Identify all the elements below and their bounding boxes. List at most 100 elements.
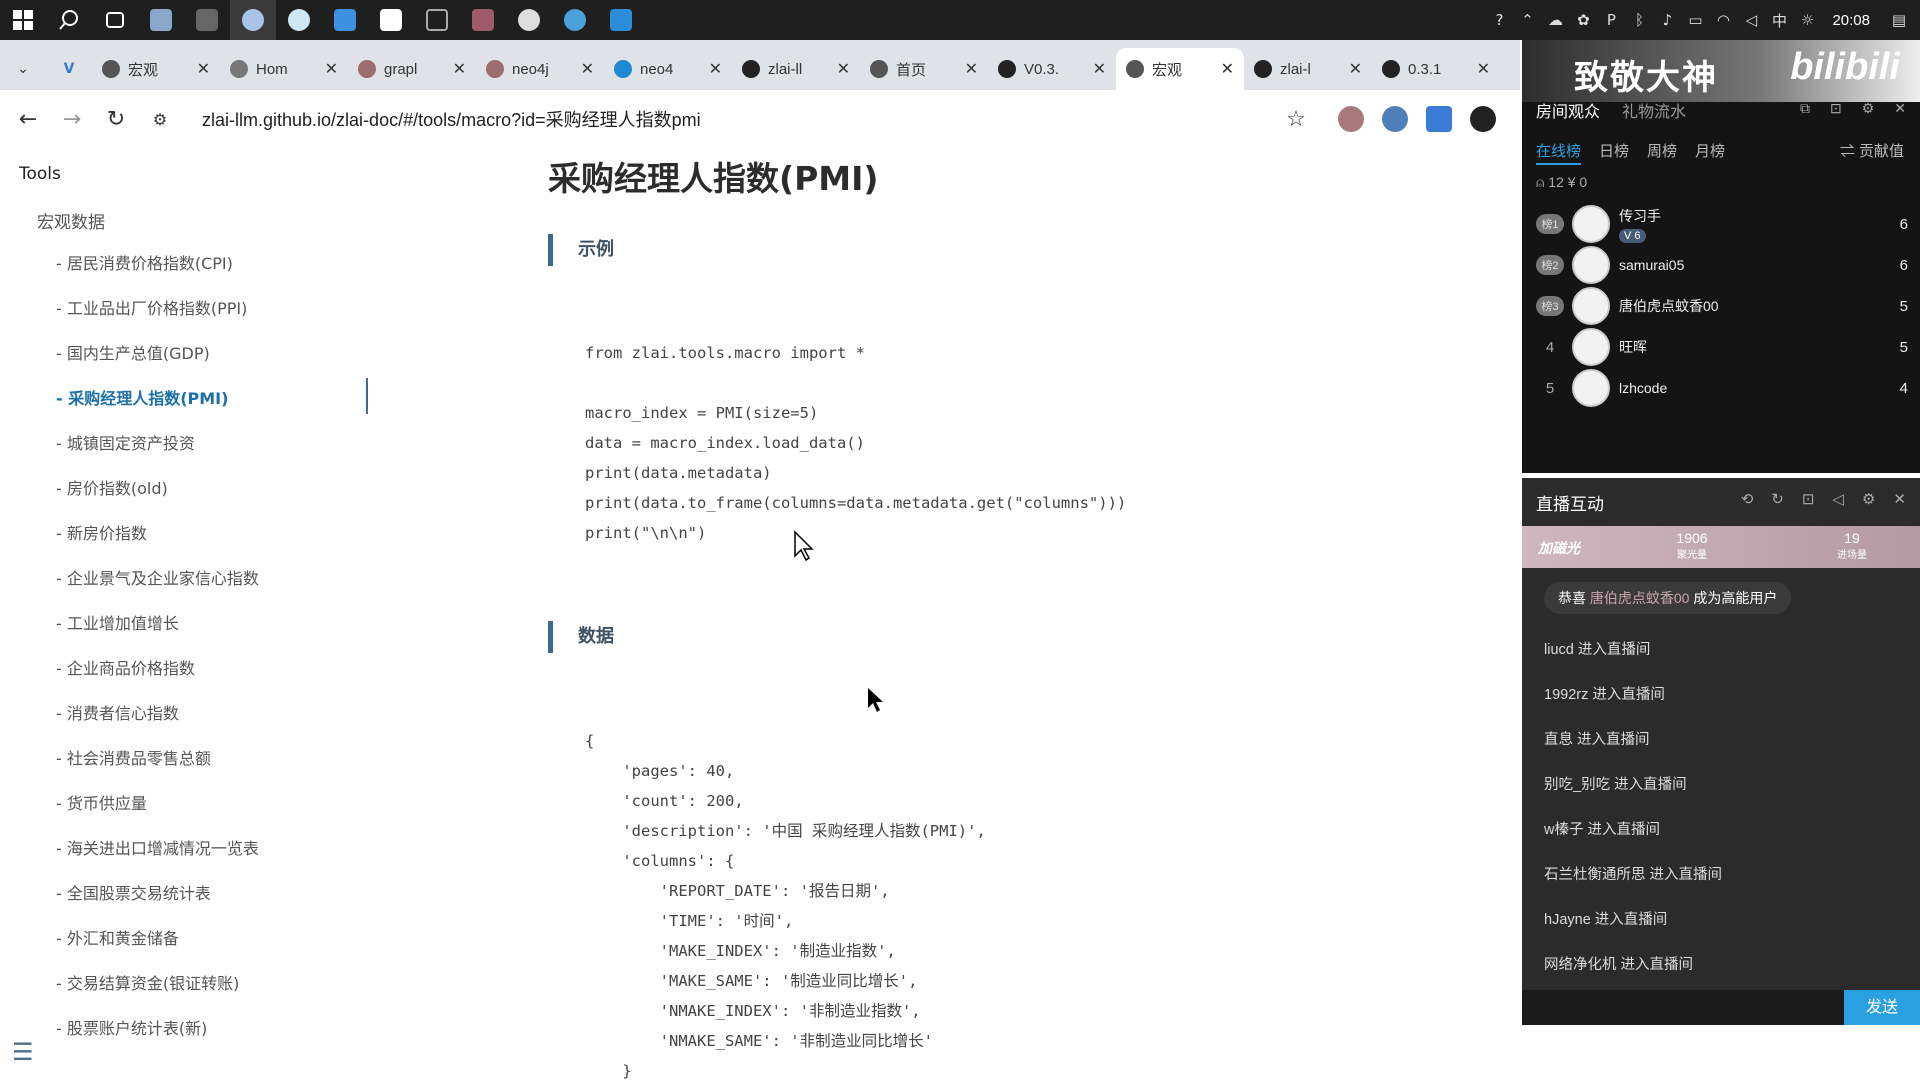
app2-icon[interactable] (460, 0, 506, 40)
ime-indicator[interactable]: 中 (1768, 9, 1790, 31)
tab-close-icon[interactable]: ✕ (709, 59, 722, 79)
cloud-icon[interactable]: ☁ (1544, 9, 1566, 31)
battery-icon[interactable]: ▭ (1684, 9, 1706, 31)
tab-close-icon[interactable]: ✕ (453, 59, 466, 79)
ranking-row[interactable]: 榜3 唐伯虎点蚊香00 5 (1536, 284, 1908, 328)
tab-close-icon[interactable]: ✕ (1221, 59, 1234, 79)
tab-close-icon[interactable]: ✕ (197, 59, 210, 79)
browser-tab[interactable]: 0.3.1 ✕ (1372, 48, 1500, 90)
ranking-subtab[interactable]: 在线榜 (1536, 140, 1582, 165)
ime-icon[interactable]: ☼ (1796, 9, 1818, 31)
menu-toggle-icon[interactable]: ☰ (12, 1038, 34, 1066)
popout-icon[interactable]: ⧉ (1800, 100, 1810, 117)
browser-tab[interactable]: 首页 ✕ (860, 48, 988, 90)
tab-gifts[interactable]: 礼物流水 (1622, 98, 1686, 122)
windows-start-icon[interactable] (0, 0, 46, 40)
tab-close-icon[interactable]: ✕ (581, 59, 594, 79)
help-icon[interactable]: ? (1488, 9, 1510, 31)
clock[interactable]: 20:08 (1832, 12, 1870, 29)
monitor-icon[interactable] (598, 0, 644, 40)
tab-search-chevron-icon[interactable]: ⌄ (0, 48, 46, 90)
bird-icon[interactable] (552, 0, 598, 40)
speaker-icon[interactable]: ◁ (1832, 490, 1844, 508)
ranking-row[interactable]: 榜2 samurai05 6 (1536, 243, 1908, 287)
sidebar-item[interactable]: - 采购经理人指数(PMI) (56, 385, 259, 430)
profile-avatar[interactable] (1470, 106, 1496, 132)
ranking-subtab[interactable]: 周榜 (1647, 140, 1677, 165)
notification-icon[interactable]: ▤ (1888, 9, 1910, 31)
browser-tab[interactable]: neo4 ✕ (604, 48, 732, 90)
ranking-row[interactable]: 4 旺晖 5 (1536, 325, 1908, 369)
close-icon[interactable]: ✕ (1894, 100, 1906, 117)
chevron-up-icon[interactable]: ⌃ (1516, 9, 1538, 31)
v-extension-icon[interactable] (1426, 106, 1452, 132)
lock-icon[interactable]: ⊡ (1830, 100, 1842, 117)
sidebar-item[interactable]: - 全国股票交易统计表 (56, 880, 259, 925)
bookmark-star-icon[interactable]: ☆ (1274, 97, 1318, 141)
sidebar-item[interactable]: - 外汇和黄金储备 (56, 925, 259, 970)
refresh-icon[interactable]: ↻ (1771, 490, 1784, 508)
address-bar[interactable]: zlai-llm.github.io/zlai-doc/#/tools/macr… (202, 106, 1274, 132)
reload-icon[interactable]: ↻ (94, 97, 138, 141)
ranking-row[interactable]: 5 lzhcode 4 (1536, 366, 1908, 410)
extension-icon[interactable] (1338, 106, 1364, 132)
sidebar-item[interactable]: - 交易结算资金(银证转账) (56, 970, 259, 1015)
browser-tab[interactable]: Hom ✕ (220, 48, 348, 90)
tab-audience[interactable]: 房间观众 (1536, 98, 1600, 122)
pinned-tab-icon[interactable]: V (46, 48, 92, 90)
bluetooth-icon[interactable]: ᛒ (1628, 9, 1650, 31)
browser-tab[interactable]: zlai-l ✕ (1244, 48, 1372, 90)
puzzle-extension-icon[interactable] (1382, 106, 1408, 132)
tab-close-icon[interactable]: ✕ (1477, 59, 1490, 79)
sidebar-group[interactable]: 宏观数据 (37, 208, 105, 233)
send-button[interactable]: 发送 (1844, 990, 1920, 1025)
sidebar-item[interactable]: - 居民消费价格指数(CPI) (56, 250, 259, 295)
sidebar-item[interactable]: - 房价指数(old) (56, 475, 259, 520)
terminal-icon[interactable] (184, 0, 230, 40)
lock-icon[interactable]: ⊡ (1802, 490, 1815, 508)
close-icon[interactable]: ✕ (1893, 490, 1906, 508)
chrome-icon[interactable] (230, 0, 276, 40)
mic-icon[interactable]: ♪ (1656, 9, 1678, 31)
settings-icon[interactable]: ⚙ (1862, 490, 1875, 508)
tab-close-icon[interactable]: ✕ (1093, 59, 1106, 79)
settings-icon[interactable]: ⚙ (1862, 100, 1875, 117)
sidebar-item[interactable]: - 企业景气及企业家信心指数 (56, 565, 259, 610)
back-icon[interactable]: ← (6, 97, 50, 141)
sidebar-item[interactable]: - 工业增加值增长 (56, 610, 259, 655)
forward-icon[interactable]: → (50, 97, 94, 141)
tab-close-icon[interactable]: ✕ (965, 59, 978, 79)
sidebar-item[interactable]: - 城镇固定资产投资 (56, 430, 259, 475)
browser-tab[interactable]: V0.3. ✕ (988, 48, 1116, 90)
vscode-alt-icon[interactable] (368, 0, 414, 40)
sidebar-item[interactable]: - 海关进出口增减情况一览表 (56, 835, 259, 880)
file-explorer-icon[interactable] (138, 0, 184, 40)
browser-tab[interactable]: neo4j ✕ (476, 48, 604, 90)
sidebar-item[interactable]: - 货币供应量 (56, 790, 259, 835)
ranking-subtab[interactable]: 月榜 (1695, 140, 1725, 165)
task-view-icon[interactable] (92, 0, 138, 40)
volume-icon[interactable]: ◁ (1740, 9, 1762, 31)
contribution-sort[interactable]: ⇌ 贡献值 (1840, 140, 1904, 161)
sidebar-item[interactable]: - 国内生产总值(GDP) (56, 340, 259, 385)
sidebar-item[interactable]: - 股票账户统计表(新) (56, 1015, 259, 1060)
app-icon[interactable] (414, 0, 460, 40)
tab-close-icon[interactable]: ✕ (1349, 59, 1362, 79)
browser-tab[interactable]: grapl ✕ (348, 48, 476, 90)
tab-close-icon[interactable]: ✕ (837, 59, 850, 79)
sidebar-item[interactable]: - 消费者信心指数 (56, 700, 259, 745)
browser-tab[interactable]: zlai-ll ✕ (732, 48, 860, 90)
feishu-icon[interactable] (322, 0, 368, 40)
sidebar-item[interactable]: - 工业品出厂价格指数(PPI) (56, 295, 259, 340)
section-heading-example[interactable]: 示例 (548, 234, 848, 266)
sidebar-heading[interactable]: Tools (19, 164, 61, 184)
sidebar-item[interactable]: - 企业商品价格指数 (56, 655, 259, 700)
wifi-icon[interactable]: ◠ (1712, 9, 1734, 31)
sidebar-item[interactable]: - 社会消费品零售总额 (56, 745, 259, 790)
obs-icon[interactable] (506, 0, 552, 40)
search-icon[interactable] (46, 0, 92, 40)
ranking-row[interactable]: 榜1 传习手 V 6 6 (1536, 202, 1908, 246)
link-icon[interactable]: ⟲ (1741, 490, 1754, 508)
flower-icon[interactable]: ✿ (1572, 9, 1594, 31)
browser-tab[interactable]: 宏观 ✕ (92, 48, 220, 90)
